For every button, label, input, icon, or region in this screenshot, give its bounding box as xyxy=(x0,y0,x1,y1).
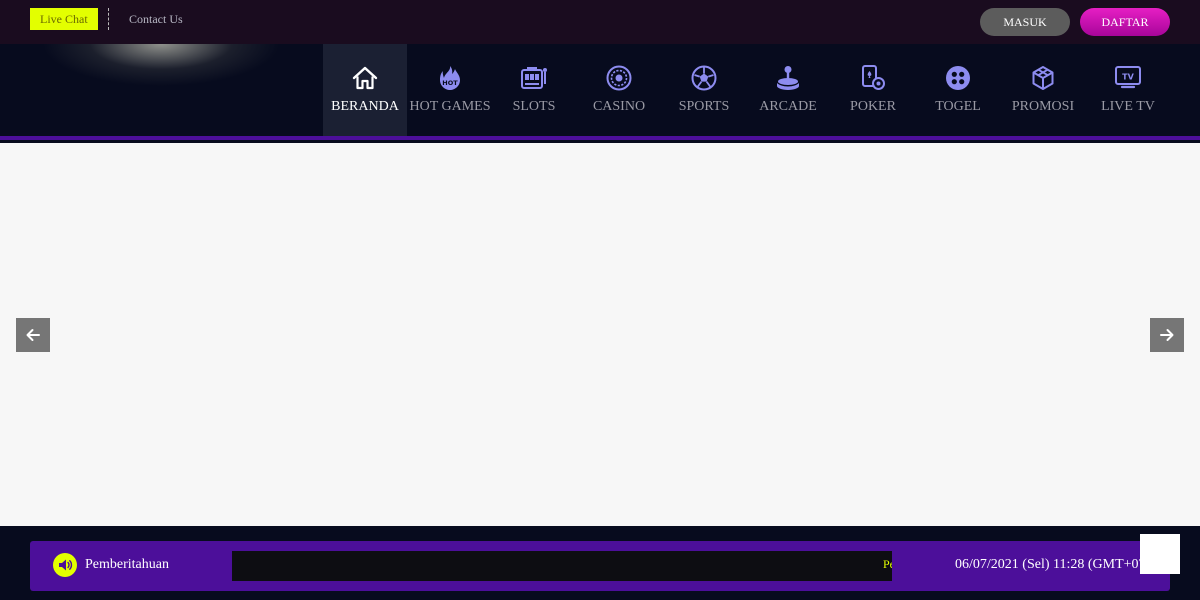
nav-label: HOT GAMES xyxy=(409,99,491,114)
top-bar-divider xyxy=(108,8,109,30)
nav-label: SPORTS xyxy=(678,99,730,114)
nav-item-live-tv[interactable]: TV LIVE TV xyxy=(1086,44,1170,136)
nav-item-togel[interactable]: TOGEL xyxy=(916,44,1000,136)
carousel-next-button[interactable] xyxy=(1150,318,1184,352)
nav-label: TOGEL xyxy=(935,99,981,114)
nav-label: LIVE TV xyxy=(1101,99,1155,114)
hero-banner-carousel xyxy=(0,143,1200,526)
nav-item-slots[interactable]: SLOTS xyxy=(492,44,576,136)
nav-item-promosi[interactable]: PROMOSI xyxy=(1001,44,1085,136)
top-bar: Live Chat Contact Us MASUK DAFTAR xyxy=(0,0,1200,44)
nav-label: POKER xyxy=(850,99,896,114)
lottery-balls-icon xyxy=(946,66,970,90)
nav-item-poker[interactable]: POKER xyxy=(831,44,915,136)
nav-label: PROMOSI xyxy=(1011,99,1075,114)
gift-icon xyxy=(1032,66,1054,90)
svg-text:TV: TV xyxy=(1122,73,1134,82)
announcement-bar: Pemberitahuan Pe 06/07/2021 (Sel) 11:28 … xyxy=(30,541,1170,591)
nav-item-hot-games[interactable]: HOT HOT GAMES xyxy=(408,44,492,136)
site-logo[interactable] xyxy=(30,44,292,114)
ticker-text: Pe xyxy=(883,557,892,571)
roulette-icon xyxy=(606,65,632,91)
arrow-right-icon xyxy=(1160,329,1174,341)
hot-flame-icon: HOT xyxy=(440,66,460,90)
announcement-section: Pemberitahuan Pe 06/07/2021 (Sel) 11:28 … xyxy=(0,526,1200,600)
contact-us-link[interactable]: Contact Us xyxy=(129,10,183,28)
nav-label: CASINO xyxy=(592,99,646,114)
nav-item-arcade[interactable]: ARCADE xyxy=(746,44,830,136)
home-icon xyxy=(352,66,378,90)
soccer-ball-icon xyxy=(691,65,717,91)
current-datetime: 06/07/2021 (Sel) 11:28 (GMT+07) xyxy=(955,557,1151,572)
nav-label: SLOTS xyxy=(512,99,556,114)
svg-text:HOT: HOT xyxy=(442,79,458,87)
nav-label: BERANDA xyxy=(331,99,399,114)
joystick-icon xyxy=(777,66,799,90)
tv-icon: TV xyxy=(1115,66,1141,89)
slot-machine-icon xyxy=(521,67,547,89)
nav-item-sports[interactable]: SPORTS xyxy=(662,44,746,136)
carousel-prev-button[interactable] xyxy=(16,318,50,352)
login-button[interactable]: MASUK xyxy=(980,8,1070,36)
nav-item-beranda[interactable]: BERANDA xyxy=(323,44,407,136)
arrow-left-icon xyxy=(26,329,40,341)
nav-label: ARCADE xyxy=(759,99,817,114)
main-nav: BERANDA HOT HOT GAMES SLOTS CASINO SPORT… xyxy=(0,44,1200,140)
register-button[interactable]: DAFTAR xyxy=(1080,8,1170,36)
live-chat-button[interactable]: Live Chat xyxy=(30,8,98,30)
announcement-label: Pemberitahuan xyxy=(85,557,169,572)
poker-card-icon xyxy=(862,65,885,90)
volume-icon xyxy=(59,559,73,571)
speaker-icon xyxy=(53,553,77,577)
nav-item-casino[interactable]: CASINO xyxy=(577,44,661,136)
floating-widget[interactable] xyxy=(1140,534,1180,574)
announcement-ticker: Pe xyxy=(232,551,892,581)
